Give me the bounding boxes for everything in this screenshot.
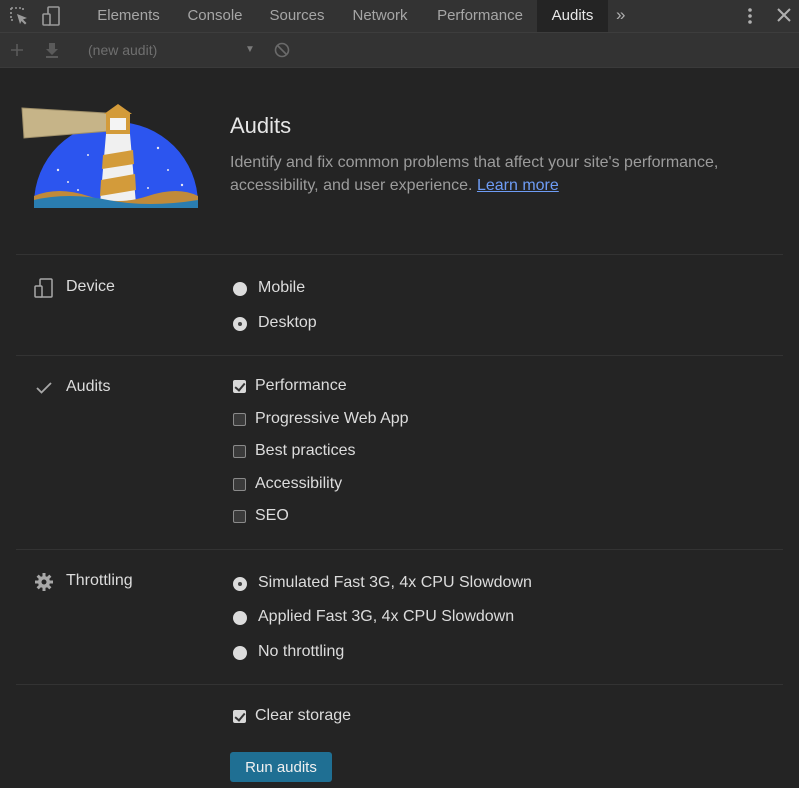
radio-label: Applied Fast 3G, 4x CPU Slowdown: [258, 608, 515, 625]
tab-sources[interactable]: Sources: [257, 0, 337, 32]
tab-audits[interactable]: Audits: [537, 0, 608, 32]
radio-button[interactable]: [233, 317, 247, 331]
device-section-label: Device: [66, 278, 115, 295]
radio-button[interactable]: [233, 577, 247, 591]
radio-button[interactable]: [233, 646, 247, 660]
device-toolbar-icon[interactable]: [40, 5, 62, 27]
checkbox-label: Progressive Web App: [255, 410, 409, 427]
checkbox[interactable]: [233, 710, 246, 723]
element-picker-icon[interactable]: [8, 5, 30, 27]
tab-elements[interactable]: Elements: [84, 0, 173, 32]
radio-label: Simulated Fast 3G, 4x CPU Slowdown: [258, 574, 532, 591]
run-audits-button[interactable]: Run audits: [230, 752, 332, 782]
description-text: Identify and fix common problems that af…: [230, 154, 719, 194]
divider: [16, 254, 783, 255]
throttling-section-label: Throttling: [66, 572, 133, 589]
checkbox-label: Accessibility: [255, 475, 343, 492]
checkbox-label: Performance: [255, 377, 347, 394]
download-icon[interactable]: [43, 41, 61, 59]
divider: [16, 355, 783, 356]
checkbox[interactable]: [233, 510, 246, 523]
checkbox-label: SEO: [255, 507, 289, 524]
chevron-down-icon: ▼: [245, 44, 255, 55]
divider: [16, 549, 783, 550]
add-audit-icon[interactable]: [8, 41, 26, 59]
close-icon[interactable]: [776, 7, 792, 23]
learn-more-link[interactable]: Learn more: [477, 177, 559, 194]
tab-network[interactable]: Network: [337, 0, 423, 32]
more-options-icon[interactable]: [744, 7, 756, 25]
radio-label: Desktop: [258, 314, 317, 331]
checkbox[interactable]: [233, 445, 246, 458]
device-icon: [34, 278, 53, 298]
audit-select-value: (new audit): [88, 42, 158, 58]
more-tabs-icon[interactable]: »: [616, 0, 625, 32]
radio-button[interactable]: [233, 611, 247, 625]
audits-toolbar: (new audit) ▼: [0, 33, 799, 68]
lighthouse-logo-icon: [21, 104, 198, 208]
checkbox-label: Best practices: [255, 442, 356, 459]
clear-icon[interactable]: [273, 41, 291, 59]
devtools-tab-bar: Elements Console Sources Network Perform…: [0, 0, 799, 33]
audit-report-select[interactable]: (new audit) ▼: [88, 40, 258, 60]
radio-button[interactable]: [233, 282, 247, 296]
checkbox[interactable]: [233, 478, 246, 491]
checkbox[interactable]: [233, 380, 246, 393]
radio-label: No throttling: [258, 643, 345, 660]
checkbox-label: Clear storage: [255, 707, 352, 724]
page-description: Identify and fix common problems that af…: [230, 151, 750, 197]
tab-console[interactable]: Console: [173, 0, 257, 32]
radio-label: Mobile: [258, 279, 306, 296]
tab-performance[interactable]: Performance: [423, 0, 537, 32]
checkbox[interactable]: [233, 413, 246, 426]
divider: [16, 684, 783, 685]
gear-icon: [35, 573, 53, 591]
page-title: Audits: [230, 113, 292, 138]
checkmark-icon: [36, 382, 52, 394]
audits-section-label: Audits: [66, 378, 111, 395]
